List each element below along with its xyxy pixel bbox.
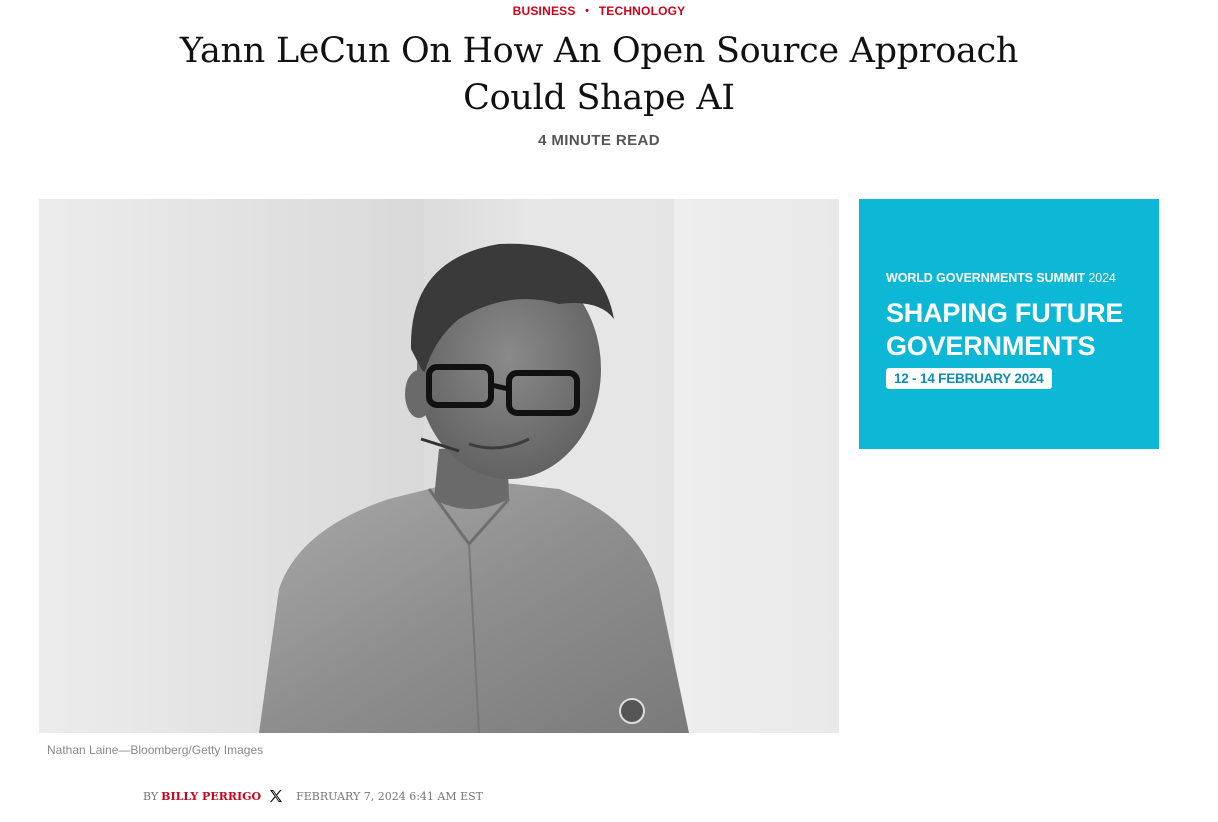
hero-image <box>39 199 839 733</box>
x-logo-icon[interactable] <box>268 788 284 804</box>
image-caption: Nathan Laine—Bloomberg/Getty Images <box>47 743 264 757</box>
portrait-photo <box>39 199 839 733</box>
ad-dates-badge: 12 - 14 FEBRUARY 2024 <box>886 368 1052 389</box>
separator-dot: • <box>585 5 590 17</box>
byline: BY BILLY PERRIGO FEBRUARY 7, 2024 6:41 A… <box>143 788 483 804</box>
byline-prefix: BY <box>143 789 159 803</box>
topic-technology-link[interactable]: TECHNOLOGY <box>599 4 686 18</box>
ad-summit-name: WORLD GOVERNMENTS SUMMIT <box>886 271 1085 285</box>
ad-headline: SHAPING FUTURE GOVERNMENTS <box>886 297 1123 363</box>
ad-banner-world-governments-summit[interactable]: WORLD GOVERNMENTS SUMMIT 2024 SHAPING FU… <box>859 199 1159 449</box>
publish-date: FEBRUARY 7, 2024 6:41 AM EST <box>296 789 484 803</box>
read-time: 4 MINUTE READ <box>538 132 660 149</box>
topic-tags: BUSINESS • TECHNOLOGY <box>0 4 1198 18</box>
ad-headline-line1: SHAPING FUTURE <box>886 298 1124 328</box>
ad-headline-line2: GOVERNMENTS <box>886 331 1096 361</box>
article-headline: Yann LeCun On How An Open Source Approac… <box>179 31 1019 118</box>
author-link[interactable]: BILLY PERRIGO <box>161 790 261 803</box>
ad-summit-title: WORLD GOVERNMENTS SUMMIT 2024 <box>886 271 1116 285</box>
topic-business-link[interactable]: BUSINESS <box>513 4 576 18</box>
ad-summit-year: 2024 <box>1088 271 1116 285</box>
